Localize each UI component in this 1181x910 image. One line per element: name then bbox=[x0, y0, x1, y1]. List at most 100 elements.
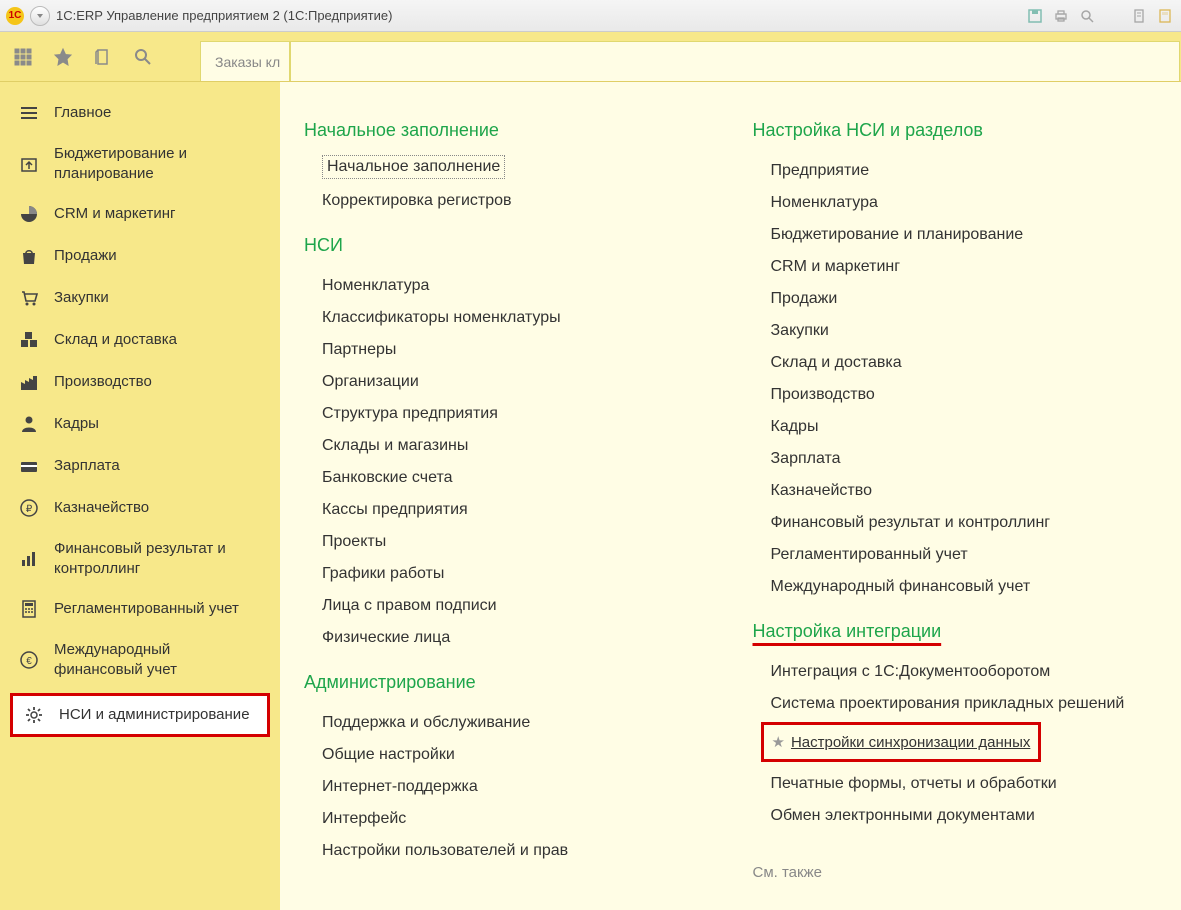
tab-main-panel[interactable] bbox=[290, 41, 1180, 81]
sidebar-item-label: Производство bbox=[54, 372, 152, 392]
link-crm-r[interactable]: CRM и маркетинг bbox=[771, 251, 1162, 283]
sidebar-item-crm[interactable]: CRM и маркетинг bbox=[0, 193, 280, 235]
history-icon[interactable] bbox=[92, 46, 114, 68]
link-nomenclature-r[interactable]: Номенклатура bbox=[771, 187, 1162, 219]
link-organizations[interactable]: Организации bbox=[322, 366, 713, 398]
link-internet-support[interactable]: Интернет-поддержка bbox=[322, 771, 713, 803]
star-icon[interactable] bbox=[52, 46, 74, 68]
tab-area: Заказы кл bbox=[200, 32, 1181, 81]
factory-icon bbox=[18, 371, 40, 393]
link-user-settings[interactable]: Настройки пользователей и прав bbox=[322, 835, 713, 867]
link-salary-r[interactable]: Зарплата bbox=[771, 443, 1162, 475]
link-support[interactable]: Поддержка и обслуживание bbox=[322, 707, 713, 739]
link-label: Настройки синхронизации данных bbox=[791, 734, 1030, 751]
link-cash-registers[interactable]: Кассы предприятия bbox=[322, 494, 713, 526]
save-icon[interactable] bbox=[1025, 6, 1045, 26]
link-warehouse-r[interactable]: Склад и доставка bbox=[771, 347, 1162, 379]
sidebar-item-label: Регламентированный учет bbox=[54, 599, 239, 619]
toolbar: Заказы кл bbox=[0, 32, 1181, 82]
pie-icon bbox=[18, 203, 40, 225]
sidebar-item-salary[interactable]: Зарплата bbox=[0, 445, 280, 487]
link-bank-accounts[interactable]: Банковские счета bbox=[322, 462, 713, 494]
section-links-administration: Поддержка и обслуживаниеОбщие настройкиИ… bbox=[322, 707, 713, 867]
link-partners[interactable]: Партнеры bbox=[322, 334, 713, 366]
link-production-r[interactable]: Производство bbox=[771, 379, 1162, 411]
sidebar-item-ifrs[interactable]: € Международный финансовый учет bbox=[0, 630, 280, 689]
tab-orders-label: Заказы кл bbox=[215, 54, 280, 70]
section-links-integration: Интеграция с 1С:ДокументооборотомСистема… bbox=[771, 656, 1162, 832]
sidebar: Главное Бюджетирование и планирование CRM … bbox=[0, 82, 280, 910]
sidebar-item-accounting[interactable]: Регламентированный учет bbox=[0, 588, 280, 630]
star-icon: ★ bbox=[772, 733, 785, 751]
link-sales-r[interactable]: Продажи bbox=[771, 283, 1162, 315]
link-print-forms[interactable]: Печатные формы, отчеты и обработки bbox=[771, 768, 1162, 800]
link-design-system[interactable]: Система проектирования прикладных решени… bbox=[771, 688, 1162, 720]
link-register-correction[interactable]: Корректировка регистров bbox=[322, 185, 713, 217]
sidebar-item-home[interactable]: Главное bbox=[0, 92, 280, 134]
apps-grid-icon[interactable] bbox=[12, 46, 34, 68]
sidebar-item-label: Зарплата bbox=[54, 456, 120, 476]
print-icon[interactable] bbox=[1051, 6, 1071, 26]
link-enterprise-structure[interactable]: Структура предприятия bbox=[322, 398, 713, 430]
sidebar-item-warehouse[interactable]: Склад и доставка bbox=[0, 319, 280, 361]
euro-icon: € bbox=[18, 649, 40, 671]
link-individuals[interactable]: Физические лица bbox=[322, 622, 713, 654]
link-projects[interactable]: Проекты bbox=[322, 526, 713, 558]
boxes-icon bbox=[18, 329, 40, 351]
link-nomenclature-classifiers[interactable]: Классификаторы номенклатуры bbox=[322, 302, 713, 334]
link-hr-r[interactable]: Кадры bbox=[771, 411, 1162, 443]
link-warehouses-stores[interactable]: Склады и магазины bbox=[322, 430, 713, 462]
link-work-schedules[interactable]: Графики работы bbox=[322, 558, 713, 590]
sidebar-item-label: Бюджетирование и планирование bbox=[54, 144, 254, 183]
content-panel: Начальное заполнениеНачальное заполнение… bbox=[280, 82, 1181, 910]
link-budgeting-r[interactable]: Бюджетирование и планирование bbox=[771, 219, 1162, 251]
nav-dropdown-icon[interactable] bbox=[30, 6, 50, 26]
link-purchases-r[interactable]: Закупки bbox=[771, 315, 1162, 347]
section-links-initial-fill: Начальное заполнение Корректировка регист… bbox=[322, 155, 713, 217]
section-title-nsi-sections: Настройка НСИ и разделов bbox=[753, 120, 1162, 141]
tab-orders[interactable]: Заказы кл bbox=[200, 41, 290, 81]
sidebar-item-sales[interactable]: Продажи bbox=[0, 235, 280, 277]
link-sync-settings[interactable]: ★ Настройки синхронизации данных bbox=[772, 729, 1031, 755]
search-icon[interactable] bbox=[1077, 6, 1097, 26]
link-edoc-exchange[interactable]: Обмен электронными документами bbox=[771, 800, 1162, 832]
menu-icon bbox=[18, 102, 40, 124]
sidebar-item-nsi-admin[interactable]: НСИ и администрирование bbox=[10, 693, 270, 737]
link-nomenclature[interactable]: Номенклатура bbox=[322, 270, 713, 302]
sidebar-item-purchases[interactable]: Закупки bbox=[0, 277, 280, 319]
link-general-settings[interactable]: Общие настройки bbox=[322, 739, 713, 771]
sidebar-item-finance[interactable]: Финансовый результат и контроллинг bbox=[0, 529, 280, 588]
clipboard-icon[interactable] bbox=[1129, 6, 1149, 26]
link-interface[interactable]: Интерфейс bbox=[322, 803, 713, 835]
cart-icon bbox=[18, 287, 40, 309]
search-toolbar-icon[interactable] bbox=[132, 46, 154, 68]
section-links-nsi-sections: ПредприятиеНоменклатураБюджетирование и … bbox=[771, 155, 1162, 603]
section-links-nsi: НоменклатураКлассификаторы номенклатурыП… bbox=[322, 270, 713, 654]
sidebar-item-label: CRM и маркетинг bbox=[54, 204, 175, 224]
titlebar: 1C 1С:ERP Управление предприятием 2 (1С:… bbox=[0, 0, 1181, 32]
content-column-left: Начальное заполнениеНачальное заполнение… bbox=[304, 102, 713, 910]
card-icon bbox=[18, 455, 40, 477]
link-accounting-r[interactable]: Регламентированный учет bbox=[771, 539, 1162, 571]
sidebar-item-budgeting[interactable]: Бюджетирование и планирование bbox=[0, 134, 280, 193]
section-title-integration: Настройка интеграции bbox=[753, 621, 1162, 642]
sidebar-item-hr[interactable]: Кадры bbox=[0, 403, 280, 445]
link-finance-r[interactable]: Финансовый результат и контроллинг bbox=[771, 507, 1162, 539]
section-title-nsi: НСИ bbox=[304, 235, 713, 256]
favorite-icon[interactable] bbox=[1103, 6, 1123, 26]
link-signatories[interactable]: Лица с правом подписи bbox=[322, 590, 713, 622]
link-initial-fill-link[interactable]: Начальное заполнение bbox=[322, 155, 505, 179]
calc-icon bbox=[18, 598, 40, 620]
link-treasury-r[interactable]: Казначейство bbox=[771, 475, 1162, 507]
sidebar-item-label: Международный финансовый учет bbox=[54, 640, 254, 679]
calculator-icon[interactable] bbox=[1155, 6, 1175, 26]
sidebar-item-production[interactable]: Производство bbox=[0, 361, 280, 403]
ruble-icon: ₽ bbox=[18, 497, 40, 519]
see-also-label: См. также bbox=[753, 864, 1162, 881]
bars-icon bbox=[18, 548, 40, 570]
sidebar-item-label: Главное bbox=[54, 103, 111, 123]
link-ifrs-r[interactable]: Международный финансовый учет bbox=[771, 571, 1162, 603]
link-enterprise[interactable]: Предприятие bbox=[771, 155, 1162, 187]
sidebar-item-treasury[interactable]: ₽Казначейство bbox=[0, 487, 280, 529]
link-doc-flow[interactable]: Интеграция с 1С:Документооборотом bbox=[771, 656, 1162, 688]
